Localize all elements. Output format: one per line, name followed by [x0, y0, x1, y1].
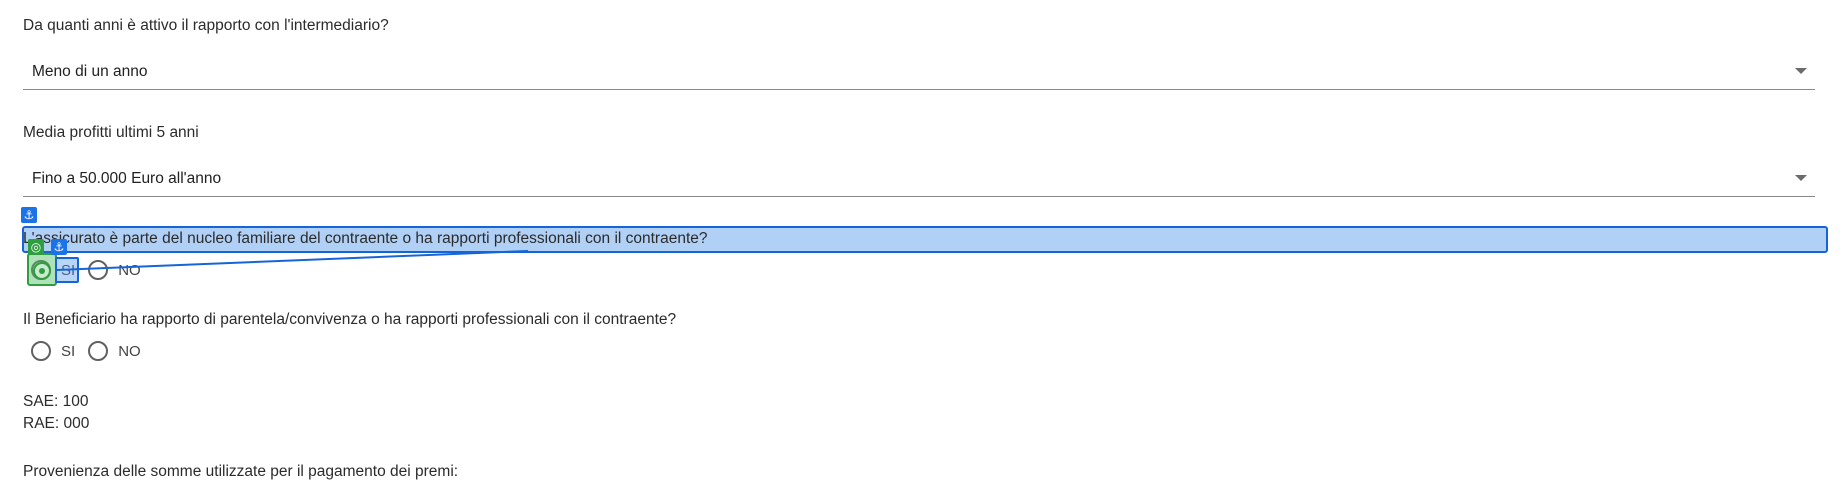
connector-line	[56, 250, 529, 271]
